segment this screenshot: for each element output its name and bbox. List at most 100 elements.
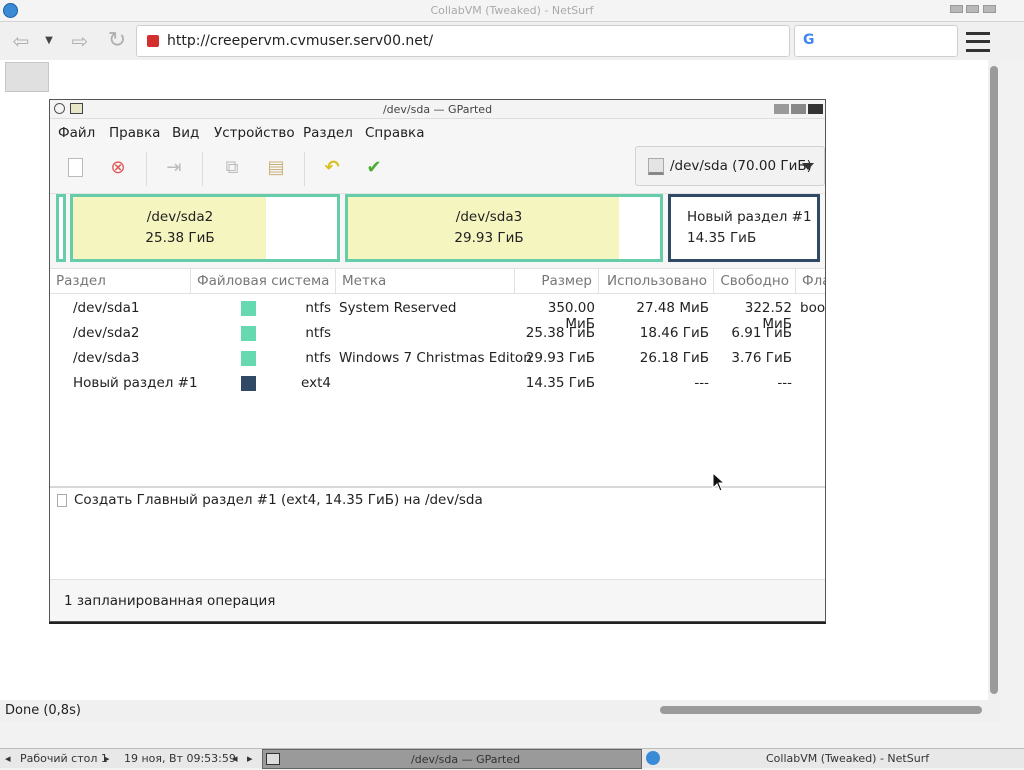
url-text: http://creepervm.cvmuser.serv00.net/: [167, 33, 434, 49]
toolbar-separator: [146, 152, 147, 186]
label-cell: System Reserved: [339, 300, 457, 316]
menu-partition[interactable]: Раздел: [303, 125, 353, 141]
free-cell: ---: [777, 375, 792, 391]
back-arrow-icon[interactable]: ⇦: [8, 28, 34, 54]
partition-name-cell: /dev/sda2: [73, 325, 140, 341]
toolbar-separator: [202, 152, 203, 186]
column-header-label[interactable]: Метка: [336, 269, 515, 294]
vertical-scrollbar[interactable]: [988, 60, 1000, 700]
partition-map-name: /dev/sda2: [146, 209, 214, 225]
gparted-minimize-button[interactable]: [774, 104, 789, 114]
filesystem-color-swatch: [241, 326, 256, 341]
flags-cell: boo: [800, 300, 825, 316]
menu-device[interactable]: Устройство: [214, 125, 295, 141]
partition-map-sda1[interactable]: [56, 194, 66, 262]
used-cell: ---: [694, 375, 709, 391]
table-row[interactable]: /dev/sda2 ntfs 25.38 ГиБ 18.46 ГиБ 6.91 ГиБ: [50, 322, 825, 347]
partition-table: Раздел Файловая система Метка Размер Исп…: [50, 268, 825, 486]
desktop-switcher[interactable]: Рабочий стол 1: [20, 749, 108, 769]
hamburger-menu-icon[interactable]: [966, 32, 990, 52]
maximize-button[interactable]: [966, 5, 979, 13]
device-selector[interactable]: /dev/sda (70.00 ГиБ): [635, 146, 825, 186]
google-search-icon: G: [803, 32, 815, 48]
clock: 19 ноя, Вт 09:53:59: [124, 752, 236, 765]
partition-name-cell: /dev/sda3: [73, 350, 140, 366]
resize-move-icon[interactable]: ⇥: [162, 156, 186, 180]
filesystem-cell: ntfs: [305, 325, 331, 341]
close-button[interactable]: [983, 5, 996, 13]
search-field[interactable]: G: [794, 25, 958, 57]
url-bar[interactable]: http://creepervm.cvmuser.serv00.net/: [136, 25, 790, 57]
table-row[interactable]: /dev/sda1 ntfs System Reserved 350.00 МиБ 27…: [50, 297, 825, 332]
gparted-maximize-button[interactable]: [791, 104, 806, 114]
disk-icon: [648, 158, 664, 175]
column-header-flags[interactable]: Фла: [796, 269, 825, 294]
partition-map-name: Новый раздел #1: [687, 209, 812, 225]
partition-map-size: 29.93 ГиБ: [454, 230, 524, 246]
gparted-app-icon: [70, 103, 83, 114]
page-element-box[interactable]: [5, 62, 49, 92]
copy-icon[interactable]: ⧉: [220, 156, 244, 180]
partition-map-sda3[interactable]: /dev/sda3 29.93 ГиБ: [345, 194, 663, 262]
desktop-arrow-right-icon[interactable]: ▸: [104, 749, 112, 769]
column-header-filesystem[interactable]: Файловая система: [191, 269, 336, 294]
used-cell: 18.46 ГиБ: [639, 325, 709, 341]
partition-map-new[interactable]: Новый раздел #1 14.35 ГиБ: [668, 194, 820, 262]
apply-checkmark-icon[interactable]: ✔: [362, 156, 386, 180]
horizontal-scrollbar[interactable]: [656, 702, 988, 718]
taskbar-item-gparted[interactable]: /dev/sda — GParted: [262, 749, 642, 769]
browser-titlebar: CollabVM (Tweaked) - NetSurf: [0, 0, 1024, 22]
column-header-free[interactable]: Свободно: [714, 269, 796, 294]
reload-icon[interactable]: ↻: [104, 28, 130, 54]
device-selector-label: /dev/sda (70.00 ГиБ): [670, 158, 812, 174]
menu-edit[interactable]: Правка: [109, 125, 160, 141]
menu-help[interactable]: Справка: [365, 125, 424, 141]
back-history-dropdown-icon[interactable]: ▼: [42, 28, 56, 54]
netsurf-task-icon: [646, 751, 660, 765]
gparted-statusbar: 1 запланированная операция: [50, 579, 825, 621]
table-row[interactable]: Новый раздел #1 ext4 14.35 ГиБ --- ---: [50, 372, 825, 397]
gparted-window: /dev/sda — GParted Файл Правка Вид Устро…: [49, 99, 826, 622]
new-partition-icon[interactable]: [64, 156, 88, 180]
forward-arrow-icon[interactable]: ⇨: [66, 28, 94, 54]
desktop-arrow-left-icon[interactable]: ◂: [5, 749, 13, 769]
partition-map-sda2[interactable]: /dev/sda2 25.38 ГиБ: [70, 194, 340, 262]
table-row[interactable]: /dev/sda3 ntfs Windows 7 Christmas Editon 2…: [50, 347, 825, 372]
gparted-titlebar: /dev/sda — GParted: [50, 100, 825, 119]
filesystem-color-swatch: [241, 351, 256, 366]
mouse-cursor-icon: [712, 472, 726, 492]
pending-operation-item[interactable]: Создать Главный раздел #1 (ext4, 14.35 Г…: [74, 492, 483, 508]
task-arrow-right-icon[interactable]: ▸: [247, 749, 253, 769]
gparted-toolbar: ⊗ ⇥ ⧉ ▤ ↶ ✔ /dev/sda (70.00 ГиБ): [50, 146, 825, 194]
label-cell: Windows 7 Christmas Editon: [339, 350, 532, 366]
used-space-fill: [348, 197, 620, 259]
paste-icon[interactable]: ▤: [264, 156, 288, 180]
menu-view[interactable]: Вид: [172, 125, 199, 141]
column-header-partition[interactable]: Раздел: [50, 269, 191, 294]
undo-icon[interactable]: ↶: [320, 156, 344, 180]
menu-file[interactable]: Файл: [58, 125, 95, 141]
taskbar-item-netsurf[interactable]: CollabVM (Tweaked) - NetSurf: [644, 749, 1024, 769]
task-arrow-left-icon[interactable]: ◂: [232, 749, 238, 769]
filesystem-color-swatch: [241, 301, 256, 316]
used-space-fill: [73, 197, 266, 259]
browser-window-title: CollabVM (Tweaked) - NetSurf: [430, 4, 594, 17]
window-menu-icon[interactable]: [54, 103, 65, 114]
column-header-size[interactable]: Размер: [515, 269, 599, 294]
gparted-task-icon: [266, 753, 280, 765]
filesystem-cell: ntfs: [305, 300, 331, 316]
minimize-button[interactable]: [950, 5, 963, 13]
partition-name-cell: Новый раздел #1: [73, 375, 198, 391]
gparted-close-button[interactable]: [808, 104, 823, 114]
insecure-lock-icon: [147, 35, 159, 47]
gparted-title: /dev/sda — GParted: [382, 103, 493, 116]
partition-map-name: /dev/sda3: [455, 209, 523, 225]
partition-name-cell: /dev/sda1: [73, 300, 140, 316]
delete-icon[interactable]: ⊗: [106, 156, 130, 180]
toolbar-separator: [304, 152, 305, 186]
column-header-used[interactable]: Использовано: [599, 269, 714, 294]
free-cell: 3.76 ГиБ: [731, 350, 792, 366]
used-cell: 26.18 ГиБ: [639, 350, 709, 366]
new-partition-small-icon: [57, 494, 67, 507]
filesystem-color-swatch: [241, 376, 256, 391]
